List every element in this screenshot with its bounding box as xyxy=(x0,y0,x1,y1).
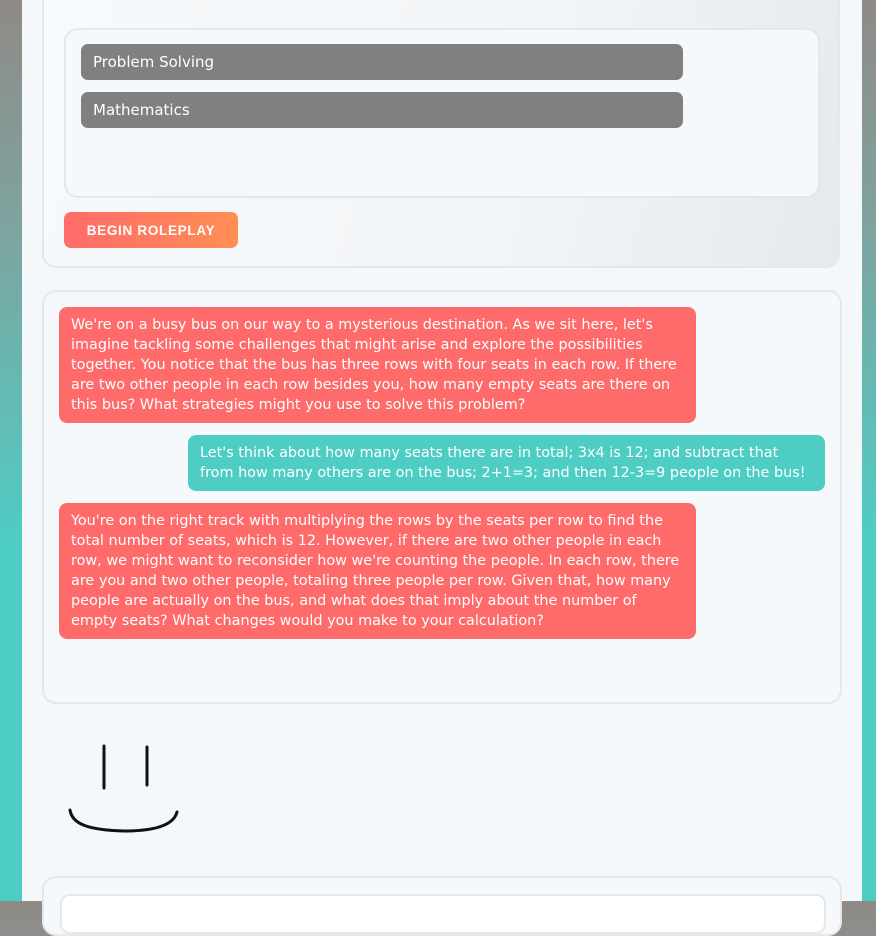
ai-message: We're on a busy bus on our way to a myst… xyxy=(59,307,696,423)
page: Problem Solving Mathematics BEGIN ROLEPL… xyxy=(22,0,862,936)
user-message: Let's think about how many seats there a… xyxy=(188,435,825,491)
ai-message: You're on the right track with multiplyi… xyxy=(59,503,696,639)
skill-chip-problem-solving[interactable]: Problem Solving xyxy=(81,44,683,80)
begin-roleplay-button[interactable]: BEGIN ROLEPLAY xyxy=(64,212,238,248)
skills-list: Problem Solving Mathematics xyxy=(64,28,820,198)
message-input[interactable] xyxy=(60,894,826,934)
setup-panel: Problem Solving Mathematics BEGIN ROLEPL… xyxy=(42,0,840,268)
smiley-drawing xyxy=(68,744,179,833)
chat-panel: We're on a busy bus on our way to a myst… xyxy=(42,290,842,704)
input-panel xyxy=(42,876,842,936)
skill-chip-mathematics[interactable]: Mathematics xyxy=(81,92,683,128)
